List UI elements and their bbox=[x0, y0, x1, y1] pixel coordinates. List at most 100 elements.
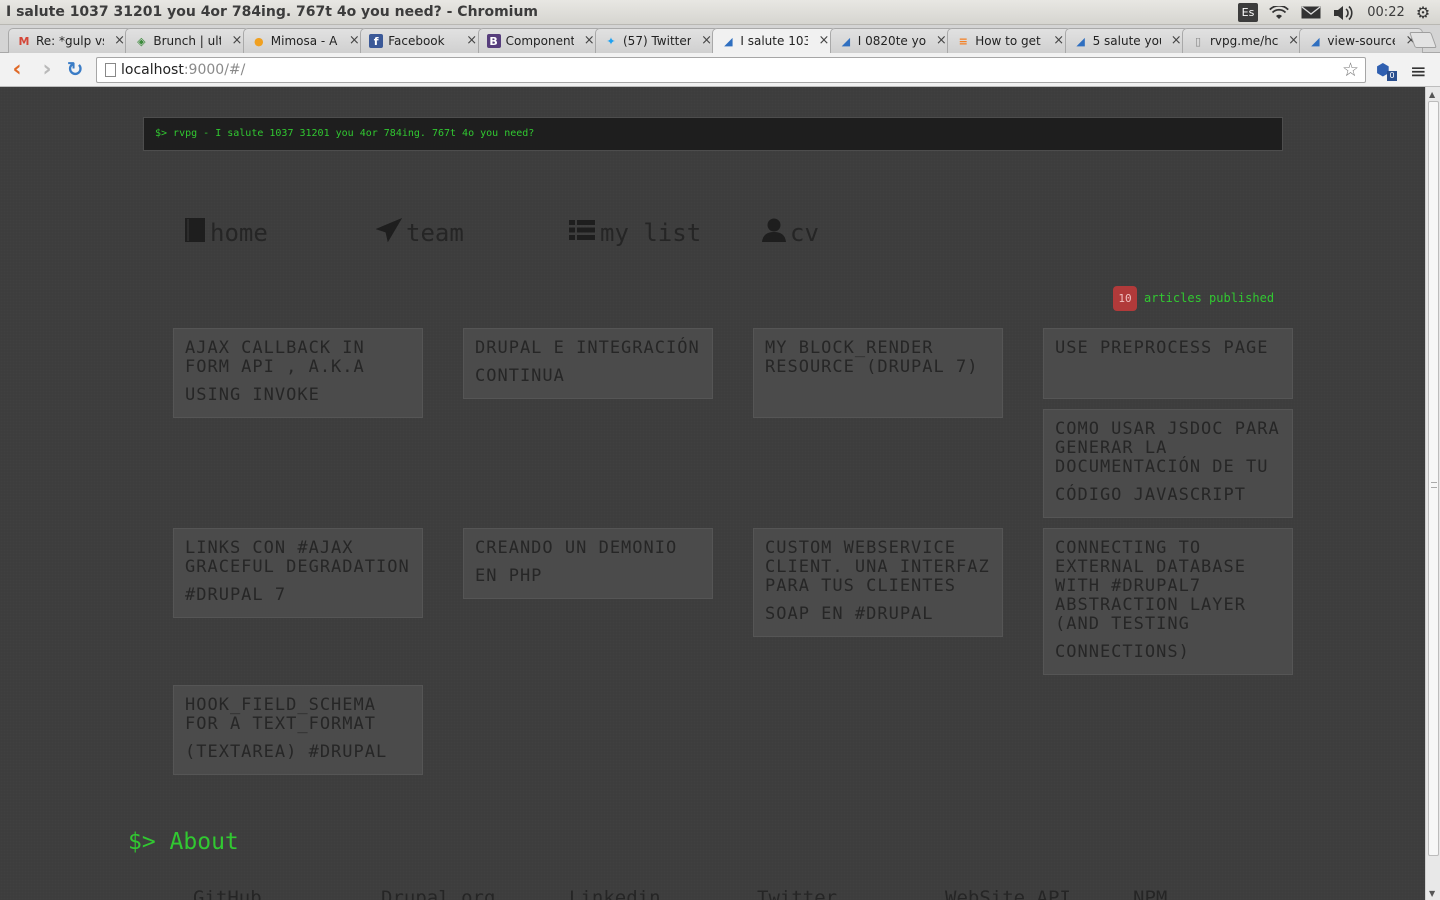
browser-tab[interactable]: ▯ rvpg.me/hc × bbox=[1182, 28, 1306, 53]
footer-link-drupal[interactable]: Drupal.org bbox=[381, 887, 495, 900]
tab-label: I 0820te yo bbox=[857, 34, 926, 48]
tab-label: (57) Twitter bbox=[623, 34, 691, 48]
menu-icon[interactable]: ≡ bbox=[1410, 59, 1428, 83]
close-icon[interactable]: × bbox=[584, 33, 595, 48]
nav-my-list[interactable]: my list bbox=[568, 213, 701, 253]
browser-tab[interactable]: ◢ view-source × bbox=[1299, 28, 1424, 53]
nav-cv-label: cv bbox=[790, 219, 819, 247]
url-text[interactable]: localhost:9000/#/ bbox=[121, 62, 245, 78]
stackoverflow-icon: ≡ bbox=[958, 34, 968, 48]
footer-link-website-api[interactable]: WebSite API bbox=[945, 887, 1071, 900]
close-icon[interactable]: × bbox=[231, 33, 242, 48]
article-card[interactable]: USE PREPROCESS PAGE bbox=[1043, 328, 1293, 399]
about-heading: $> About bbox=[128, 829, 239, 855]
close-icon[interactable]: × bbox=[936, 33, 947, 48]
scroll-thumb[interactable] bbox=[1428, 101, 1439, 856]
forward-arrow-icon[interactable]: › bbox=[36, 57, 58, 82]
page-icon: ◢ bbox=[724, 34, 733, 48]
gmail-icon: M bbox=[18, 34, 30, 48]
article-card[interactable]: MY BLOCK_RENDER RESOURCE (DRUPAL 7) bbox=[753, 328, 1003, 418]
facebook-icon: f bbox=[369, 34, 384, 48]
tab-label: Re: *gulp vs bbox=[36, 34, 104, 48]
reload-icon[interactable]: ↻ bbox=[64, 57, 86, 81]
close-icon[interactable]: × bbox=[349, 33, 360, 48]
window-title: I salute 1037 31201 you 4or 784ing. 767t… bbox=[6, 4, 539, 20]
bookmark-star-icon[interactable]: ☆ bbox=[1342, 59, 1359, 81]
footer-link-linkedin[interactable]: Linkedin bbox=[569, 887, 661, 900]
mimosa-icon: ● bbox=[253, 34, 264, 48]
terminal-text: $> rvpg - I salute 1037 31201 you 4or 78… bbox=[155, 128, 535, 139]
extension-badge: 0 bbox=[1387, 71, 1397, 81]
address-bar[interactable]: localhost:9000/#/ ☆ bbox=[96, 57, 1366, 83]
page-icon: ◢ bbox=[841, 34, 851, 48]
close-icon[interactable]: × bbox=[818, 33, 829, 48]
close-icon[interactable]: × bbox=[114, 33, 125, 48]
tab-label: Component bbox=[505, 34, 574, 48]
article-card[interactable]: COMO USAR JSDOC PARA GENERAR LA DOCUMENT… bbox=[1043, 409, 1293, 518]
terminal-banner: $> rvpg - I salute 1037 31201 you 4or 78… bbox=[143, 117, 1283, 151]
tab-label: Brunch | ult bbox=[153, 34, 222, 48]
browser-tab[interactable]: ◢ I salute 103 × bbox=[712, 28, 837, 53]
browser-tab[interactable]: ◢ I 0820te yo × bbox=[829, 28, 954, 53]
back-arrow-icon[interactable]: ‹ bbox=[6, 57, 28, 82]
close-icon[interactable]: × bbox=[466, 33, 477, 48]
articles-count-badge: 10 bbox=[1113, 286, 1137, 311]
list-icon bbox=[568, 218, 596, 249]
browser-tab[interactable]: M Re: *gulp vs × bbox=[8, 28, 132, 53]
scroll-up-arrow-icon[interactable]: ▲ bbox=[1429, 90, 1435, 99]
close-icon[interactable]: × bbox=[1288, 33, 1299, 48]
mail-icon[interactable] bbox=[1300, 3, 1322, 22]
twitter-icon: ✦ bbox=[606, 34, 616, 48]
nav-team-label: team bbox=[406, 219, 464, 247]
nav-home[interactable]: home bbox=[184, 213, 268, 253]
nav-home-label: home bbox=[210, 219, 268, 247]
keyboard-layout-indicator[interactable]: Es bbox=[1238, 3, 1258, 22]
new-tab-button[interactable] bbox=[1409, 32, 1437, 48]
page-icon: ◢ bbox=[1076, 34, 1085, 48]
page-content: $> rvpg - I salute 1037 31201 you 4or 78… bbox=[0, 87, 1425, 900]
browser-tab[interactable]: ● Mimosa - A × bbox=[242, 28, 367, 53]
footer-link-github[interactable]: GitHub bbox=[193, 887, 262, 900]
nav-cv[interactable]: cv bbox=[762, 213, 819, 253]
article-card[interactable]: CONNECTING TO EXTERNAL DATABASE WITH #DR… bbox=[1043, 528, 1293, 675]
article-card[interactable]: CREANDO UN DEMONIO EN PHP bbox=[463, 528, 713, 599]
volume-icon[interactable] bbox=[1332, 3, 1356, 22]
tab-label: I salute 103 bbox=[740, 34, 809, 48]
footer-link-npm[interactable]: NPM bbox=[1133, 887, 1167, 900]
user-icon bbox=[762, 217, 786, 250]
browser-tab[interactable]: ✦ (57) Twitter × bbox=[595, 28, 719, 53]
nav-team[interactable]: team bbox=[375, 213, 464, 253]
footer-links: GitHub Drupal.org Linkedin Twitter WebSi… bbox=[0, 887, 1425, 900]
close-icon[interactable]: × bbox=[1171, 33, 1182, 48]
clock[interactable]: 00:22 bbox=[1366, 3, 1406, 22]
browser-toolbar: ‹ › ↻ localhost:9000/#/ ☆ ⬢ ≡ bbox=[0, 53, 1440, 87]
article-card[interactable]: CUSTOM WEBSERVICE CLIENT. UNA INTERFAZ P… bbox=[753, 528, 1003, 637]
browser-tab[interactable]: ◈ Brunch | ult × bbox=[125, 28, 250, 53]
browser-tab[interactable]: ≡ How to get × bbox=[947, 28, 1072, 53]
article-card[interactable]: DRUPAL E INTEGRACIÓN CONTINUA bbox=[463, 328, 713, 399]
wifi-icon[interactable] bbox=[1268, 3, 1290, 22]
nav-list-label: my list bbox=[600, 219, 702, 247]
browser-tab[interactable]: f Facebook × bbox=[360, 28, 485, 53]
article-card[interactable]: AJAX CALLBACK IN FORM API , A.K.A USING … bbox=[173, 328, 423, 418]
tab-label: view-source bbox=[1327, 34, 1396, 48]
footer-link-twitter[interactable]: Twitter bbox=[757, 887, 837, 900]
gear-icon[interactable]: ⚙ bbox=[1412, 3, 1434, 22]
articles-count-label: articles published bbox=[1144, 291, 1275, 305]
browser-tab[interactable]: ◢ 5 salute you × bbox=[1064, 28, 1189, 53]
tab-label: How to get bbox=[975, 34, 1041, 48]
close-icon[interactable]: × bbox=[1053, 33, 1064, 48]
article-card[interactable]: LINKS CON #AJAX GRACEFUL DEGRADATION #DR… bbox=[173, 528, 423, 618]
os-top-bar: I salute 1037 31201 you 4or 784ing. 767t… bbox=[0, 0, 1440, 25]
browser-tab[interactable]: B Component × bbox=[477, 28, 602, 53]
document-icon: ▯ bbox=[1194, 34, 1202, 48]
vertical-scrollbar[interactable]: ▲ ▼ bbox=[1425, 87, 1440, 900]
article-card[interactable]: HOOK_FIELD_SCHEMA FOR A TEXT_FORMAT (TEX… bbox=[173, 685, 423, 775]
book-icon bbox=[184, 217, 206, 250]
scroll-down-arrow-icon[interactable]: ▼ bbox=[1429, 889, 1435, 898]
tab-label: rvpg.me/hc bbox=[1210, 34, 1278, 48]
tab-label: 5 salute you bbox=[1092, 34, 1161, 48]
close-icon[interactable]: × bbox=[701, 33, 712, 48]
brunch-icon: ◈ bbox=[137, 34, 146, 48]
main-nav: home team my list cv bbox=[0, 213, 1425, 253]
